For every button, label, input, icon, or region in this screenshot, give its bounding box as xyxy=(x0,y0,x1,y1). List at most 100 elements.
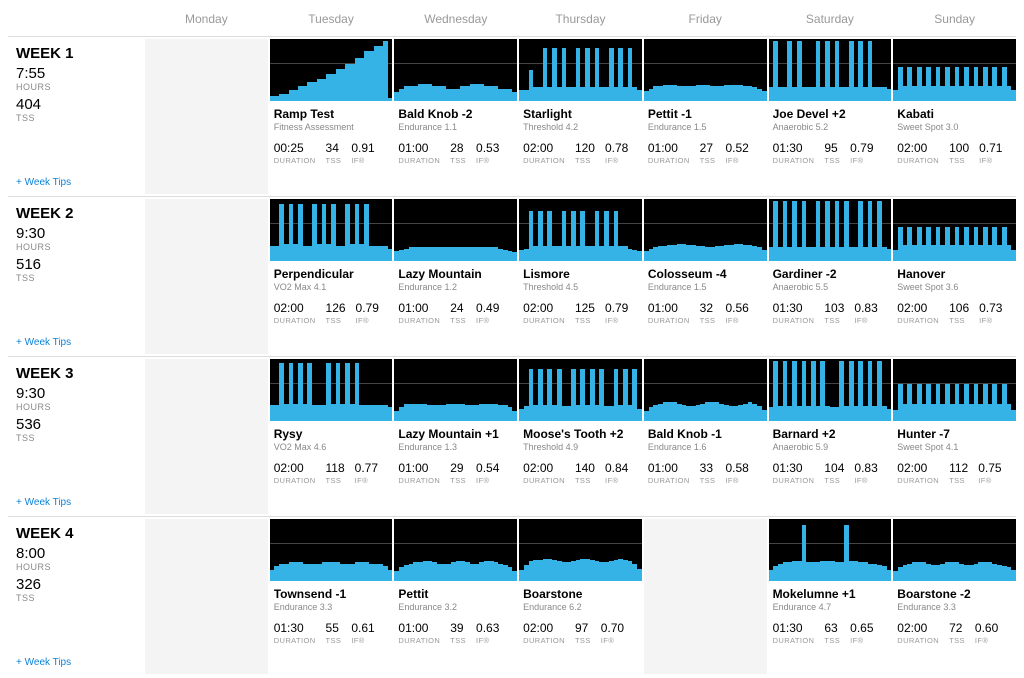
chart-bars xyxy=(519,199,642,261)
workout-card[interactable]: Lazy Mountain +1Endurance 1.3 01:00DURATI… xyxy=(394,359,517,514)
stat-value: 0.58 xyxy=(725,461,748,475)
workout-card[interactable]: Ramp TestFitness Assessment00:25DURATION… xyxy=(270,39,393,194)
stat-duration: 01:00DURATION xyxy=(398,621,440,645)
workout-card[interactable]: KabatiSweet Spot 3.002:00DURATION100TSS0… xyxy=(893,39,1016,194)
workout-category: Endurance 1.6 xyxy=(648,442,763,452)
stat-if: 0.78IF® xyxy=(605,141,628,165)
workout-chart xyxy=(769,39,892,101)
stat-value: 112 xyxy=(949,461,968,475)
workout-card[interactable]: Lazy MountainEndurance 1.201:00DURATION2… xyxy=(394,199,517,354)
stat-duration: 01:00DURATION xyxy=(648,301,690,325)
stat-label: DURATION xyxy=(897,156,939,165)
chart-bars xyxy=(769,359,892,421)
stat-tss: 95TSS xyxy=(824,141,840,165)
workout-stats: 02:00DURATION126TSS0.79IF® xyxy=(274,301,389,325)
workout-card[interactable]: Mokelumne +1Endurance 4.701:30DURATION63… xyxy=(769,519,892,674)
stat-label: IF® xyxy=(979,316,1002,325)
stat-value: 02:00 xyxy=(523,461,565,475)
stat-if: 0.65IF® xyxy=(850,621,873,645)
week-tips-link[interactable]: + Week Tips xyxy=(16,497,71,508)
stat-label: TSS xyxy=(450,476,466,485)
workout-stats: 02:00DURATION112TSS0.75IF® xyxy=(897,461,1012,485)
stat-value: 02:00 xyxy=(523,141,565,155)
stat-label: IF® xyxy=(605,316,628,325)
chart-bars xyxy=(644,39,767,101)
workout-card[interactable]: Colosseum -4Endurance 1.501:00DURATION32… xyxy=(644,199,767,354)
week-hours: 8:00 xyxy=(16,545,141,562)
workout-name: Lazy Mountain +1 xyxy=(398,427,513,441)
stat-tss: 112TSS xyxy=(949,461,968,485)
stat-label: DURATION xyxy=(773,316,815,325)
workout-stats: 01:30DURATION55TSS0.61IF® xyxy=(274,621,389,645)
stat-tss: 39TSS xyxy=(450,621,466,645)
week-tss-label: TSS xyxy=(16,113,141,123)
stat-tss: 118TSS xyxy=(326,461,345,485)
week-title: WEEK 4 xyxy=(16,525,141,542)
stat-duration: 01:00DURATION xyxy=(398,461,440,485)
stat-value: 01:00 xyxy=(648,461,690,475)
workout-card[interactable]: BoarstoneEndurance 6.202:00DURATION97TSS… xyxy=(519,519,642,674)
workout-card[interactable]: Barnard +2Anaerobic 5.901:30DURATION104T… xyxy=(769,359,892,514)
stat-label: TSS xyxy=(450,316,466,325)
stat-tss: 34TSS xyxy=(326,141,342,165)
chart-bars xyxy=(394,359,517,421)
week-tips-link[interactable]: + Week Tips xyxy=(16,337,71,348)
workout-stats: 02:00DURATION125TSS0.79IF® xyxy=(523,301,638,325)
stat-label: TSS xyxy=(326,636,342,645)
stat-if: 0.77IF® xyxy=(355,461,378,485)
workout-stats: 01:00DURATION39TSS0.63IF® xyxy=(398,621,513,645)
workout-chart xyxy=(394,519,517,581)
workout: RysyVO2 Max 4.602:00DURATION118TSS0.77IF… xyxy=(270,359,393,494)
stat-value: 0.61 xyxy=(351,621,374,635)
stat-duration: 01:00DURATION xyxy=(398,301,440,325)
workout-category: Threshold 4.5 xyxy=(523,282,638,292)
workout-name: Lismore xyxy=(523,267,638,281)
workout-card[interactable]: PerpendicularVO2 Max 4.102:00DURATION126… xyxy=(270,199,393,354)
workout-card[interactable]: Townsend -1Endurance 3.301:30DURATION55T… xyxy=(270,519,393,674)
workout-card[interactable]: Joe Devel +2Anaerobic 5.201:30DURATION95… xyxy=(769,39,892,194)
stat-value: 29 xyxy=(450,461,466,475)
stat-label: DURATION xyxy=(274,636,316,645)
workout-name: Ramp Test xyxy=(274,107,389,121)
workout-category: Threshold 4.9 xyxy=(523,442,638,452)
workout-chart xyxy=(769,519,892,581)
workout-name: Pettit -1 xyxy=(648,107,763,121)
workout-card[interactable]: HanoverSweet Spot 3.602:00DURATION106TSS… xyxy=(893,199,1016,354)
workout-meta: Boarstone -2Endurance 3.302:00DURATION72… xyxy=(893,581,1016,654)
workout-chart xyxy=(394,199,517,261)
workout-meta: HanoverSweet Spot 3.602:00DURATION106TSS… xyxy=(893,261,1016,334)
stat-label: TSS xyxy=(575,636,591,645)
stat-label: DURATION xyxy=(523,156,565,165)
stat-tss: 125TSS xyxy=(575,301,595,325)
workout-chart xyxy=(270,359,393,421)
workout-card[interactable]: StarlightThreshold 4.202:00DURATION120TS… xyxy=(519,39,642,194)
workout-card[interactable]: Pettit -1Endurance 1.501:00DURATION27TSS… xyxy=(644,39,767,194)
stat-value: 01:30 xyxy=(773,461,815,475)
workout-card[interactable]: RysyVO2 Max 4.602:00DURATION118TSS0.77IF… xyxy=(270,359,393,514)
workout-card[interactable]: Hunter -7Sweet Spot 4.102:00DURATION112T… xyxy=(893,359,1016,514)
week-tips-link[interactable]: + Week Tips xyxy=(16,657,71,668)
workout-card[interactable]: Moose's Tooth +2Threshold 4.902:00DURATI… xyxy=(519,359,642,514)
stat-value: 34 xyxy=(326,141,342,155)
workout-category: Endurance 1.3 xyxy=(398,442,513,452)
workout-category: Endurance 3.2 xyxy=(398,602,513,612)
workout-meta: KabatiSweet Spot 3.002:00DURATION100TSS0… xyxy=(893,101,1016,174)
workout-card[interactable]: Bald Knob -2Endurance 1.101:00DURATION28… xyxy=(394,39,517,194)
workout-card[interactable]: PettitEndurance 3.201:00DURATION39TSS0.6… xyxy=(394,519,517,674)
workout-card[interactable]: Boarstone -2Endurance 3.302:00DURATION72… xyxy=(893,519,1016,674)
workout-card[interactable]: Bald Knob -1Endurance 1.601:00DURATION33… xyxy=(644,359,767,514)
workout-stats: 02:00DURATION118TSS0.77IF® xyxy=(274,461,389,485)
week-hours-label: HOURS xyxy=(16,402,141,412)
stat-if: 0.49IF® xyxy=(476,301,499,325)
stat-value: 0.52 xyxy=(725,141,748,155)
workout-card[interactable]: Gardiner -2Anaerobic 5.501:30DURATION103… xyxy=(769,199,892,354)
stat-label: TSS xyxy=(949,316,969,325)
stat-label: DURATION xyxy=(897,476,939,485)
workout-card[interactable]: LismoreThreshold 4.5 02:00DURATION125TSS0… xyxy=(519,199,642,354)
workout-stats: 02:00DURATION106TSS0.73IF® xyxy=(897,301,1012,325)
chart-bars xyxy=(270,519,393,581)
stat-duration: 02:00DURATION xyxy=(897,621,939,645)
workout-category: VO2 Max 4.6 xyxy=(274,442,389,452)
stat-if: 0.91IF® xyxy=(351,141,374,165)
week-tips-link[interactable]: + Week Tips xyxy=(16,177,71,188)
